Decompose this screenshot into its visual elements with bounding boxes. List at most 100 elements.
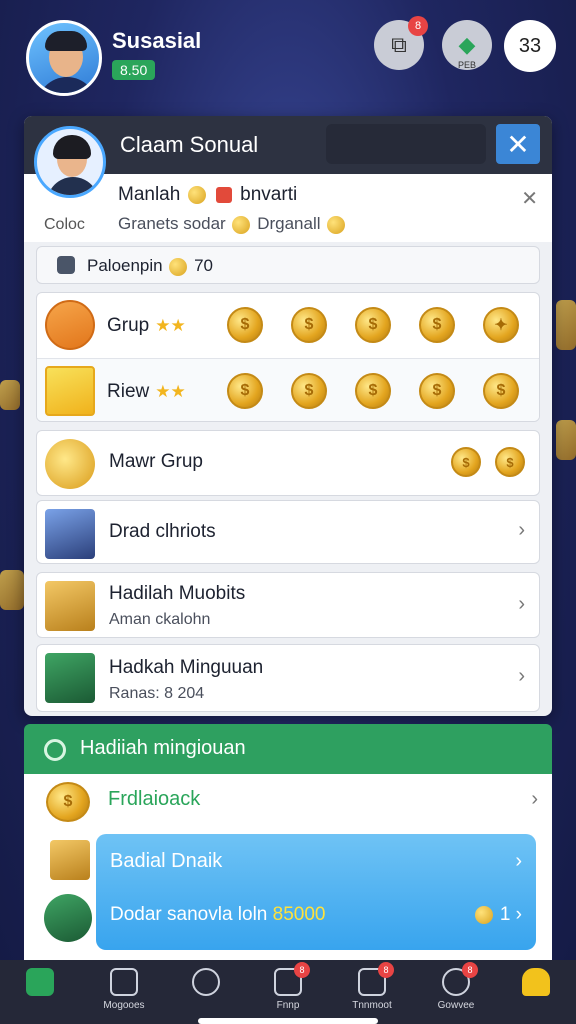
message-icon xyxy=(110,968,138,996)
nav-badge: 8 xyxy=(378,962,394,978)
feedback-label: Frdlaioack xyxy=(108,788,201,810)
scan-button[interactable]: ⧉ 8 xyxy=(374,16,428,70)
nav-settings[interactable]: 8 Gowvee xyxy=(424,962,488,1011)
tournament-icon: 8 xyxy=(358,962,394,996)
points-row[interactable]: Paloenpin 70 xyxy=(36,246,540,284)
compass-icon xyxy=(192,968,220,996)
nav-label: Tnnmoot xyxy=(352,1000,392,1011)
reward-icons: $ $ $ $ ✦ xyxy=(227,307,519,343)
nav-label: Fnnp xyxy=(276,1000,300,1011)
list-item[interactable]: Hadkah Minguuan Ranas: 8 204 › xyxy=(36,644,540,712)
user-avatar-icon xyxy=(44,894,92,942)
coin-icon xyxy=(232,215,251,234)
list-item-title: Mawr Grup xyxy=(109,451,203,472)
reward-name: Grup xyxy=(107,315,150,336)
user-avatar-icon xyxy=(45,653,95,703)
points-label: Paloenpin xyxy=(87,256,163,275)
medal-icon xyxy=(327,215,346,234)
nav-notifications[interactable] xyxy=(504,968,568,1000)
coin-icon: $ xyxy=(419,307,455,343)
reward-row[interactable]: Grup ★★ $ $ $ $ ✦ xyxy=(37,293,539,358)
close-button[interactable]: ✕ xyxy=(496,124,540,164)
nav-profile[interactable] xyxy=(8,968,72,1000)
nav-compass[interactable] xyxy=(174,968,238,1000)
nav-shop[interactable]: 8 Fnnp xyxy=(256,962,320,1011)
nav-label: Gowvee xyxy=(437,1000,475,1011)
list-item-title: Drad clhriots xyxy=(109,521,216,542)
star-burst-icon: ✦ xyxy=(483,307,519,343)
chest-icon xyxy=(45,581,95,631)
coin-icon: $ xyxy=(483,373,519,409)
gem-button[interactable]: ◆ PEB xyxy=(442,20,492,70)
app-name: Susasial xyxy=(112,28,202,53)
coin-icon: $ xyxy=(451,447,481,477)
coin-stack-icon: $ xyxy=(227,373,263,409)
nav-tournament[interactable]: 8 Tnnmoot xyxy=(340,962,404,1011)
feedback-row[interactable]: $ Frdlaioack › xyxy=(24,774,552,826)
bottom-navigation: Mogooes 8 Fnnp 8 Tnnmoot 8 Gowvee xyxy=(0,960,576,1024)
wallet-icon xyxy=(57,256,75,274)
profile-name-prefix: Manlah xyxy=(118,184,181,205)
chevron-right-icon: › xyxy=(531,788,538,810)
weekly-reward-header[interactable]: Hadiiah mingiouan xyxy=(24,724,552,774)
star-icon: ★★ xyxy=(155,316,186,335)
list-item-title: Hadilah Muobits xyxy=(109,583,246,604)
weekly-reward-card: $ Frdlaioack › Badial Dnaik › Dodar sano… xyxy=(24,774,552,960)
background-gold-block xyxy=(0,570,24,610)
chevron-right-icon: › xyxy=(518,593,525,615)
notification-badge: 8 xyxy=(408,16,428,36)
coin-stack-icon: $ xyxy=(46,782,90,822)
profile-avatar[interactable] xyxy=(34,126,106,198)
claim-panel: Claam Sonual ✕ Coloc Manlah bnvarti Gran… xyxy=(24,116,552,716)
shop-icon: 8 xyxy=(274,962,310,996)
nav-badge: 8 xyxy=(294,962,310,978)
dismiss-icon[interactable]: ✕ xyxy=(521,186,538,211)
panel-title: Claam Sonual xyxy=(120,132,259,157)
chevron-right-icon: › xyxy=(518,665,525,687)
coin-bag-icon: $ xyxy=(419,373,455,409)
profile-name-suffix: bnvarti xyxy=(240,184,298,205)
user-avatar-icon xyxy=(45,509,95,559)
coins-icon xyxy=(45,439,95,489)
coin-icon: $ xyxy=(355,373,391,409)
background-gold-block xyxy=(0,380,20,410)
nav-badge: 8 xyxy=(462,962,478,978)
profile-name: Manlah bnvarti xyxy=(118,184,297,206)
list-item-subtitle: Aman ckalohn xyxy=(109,611,211,628)
header-search-field[interactable] xyxy=(326,124,486,164)
profile-left-label: Coloc xyxy=(44,216,85,233)
chest-icon xyxy=(50,840,90,880)
daily-bonus-amount: 85000 xyxy=(272,904,326,925)
user-avatar[interactable] xyxy=(26,20,102,96)
reward-label: Riew ★★ xyxy=(107,381,186,403)
daily-bonus-box[interactable]: Badial Dnaik › Dodar sanovla loln 85000 … xyxy=(96,834,536,950)
gem-caption: PEB xyxy=(457,60,476,70)
list-item-title: Hadkah Minguuan xyxy=(109,657,264,678)
profile-subtitle: Granets sodar Drganall xyxy=(118,214,347,234)
wrench-icon: 8 xyxy=(442,962,478,996)
coin-icon xyxy=(474,905,493,924)
points-text: Paloenpin 70 xyxy=(87,256,213,276)
coin-bag-icon: $ xyxy=(291,307,327,343)
daily-bonus-label: Dodar sanovla loln xyxy=(110,904,268,925)
search-icon xyxy=(44,739,66,761)
nav-messages[interactable]: Mogooes xyxy=(92,968,156,1011)
reward-row[interactable]: Riew ★★ $ $ $ $ $ xyxy=(37,358,539,421)
coin-balance: 8.50 xyxy=(112,60,156,80)
list-item[interactable]: Drad clhriots › xyxy=(36,500,540,564)
list-item[interactable]: Mawr Grup $ $ xyxy=(36,430,540,496)
list-item[interactable]: Hadilah Muobits Aman ckalohn › xyxy=(36,572,540,638)
daily-bonus-text: Dodar sanovla loln 85000 xyxy=(110,904,326,926)
treasure-icon: $ xyxy=(227,307,263,343)
profile-icon xyxy=(26,968,54,996)
profile-sub-suffix: Drganall xyxy=(257,214,321,233)
nav-label: Mogooes xyxy=(103,1000,145,1011)
reward-box: Grup ★★ $ $ $ $ ✦ Riew ★★ $ $ $ $ $ xyxy=(36,292,540,422)
bonus-count: 1 xyxy=(499,904,511,925)
reward-label: Grup ★★ xyxy=(107,315,186,337)
flag-icon xyxy=(215,186,232,203)
crown-icon xyxy=(187,185,206,204)
chevron-right-icon: › xyxy=(518,519,525,541)
group-avatar xyxy=(45,300,95,350)
counter-badge[interactable]: 33 xyxy=(504,20,556,72)
